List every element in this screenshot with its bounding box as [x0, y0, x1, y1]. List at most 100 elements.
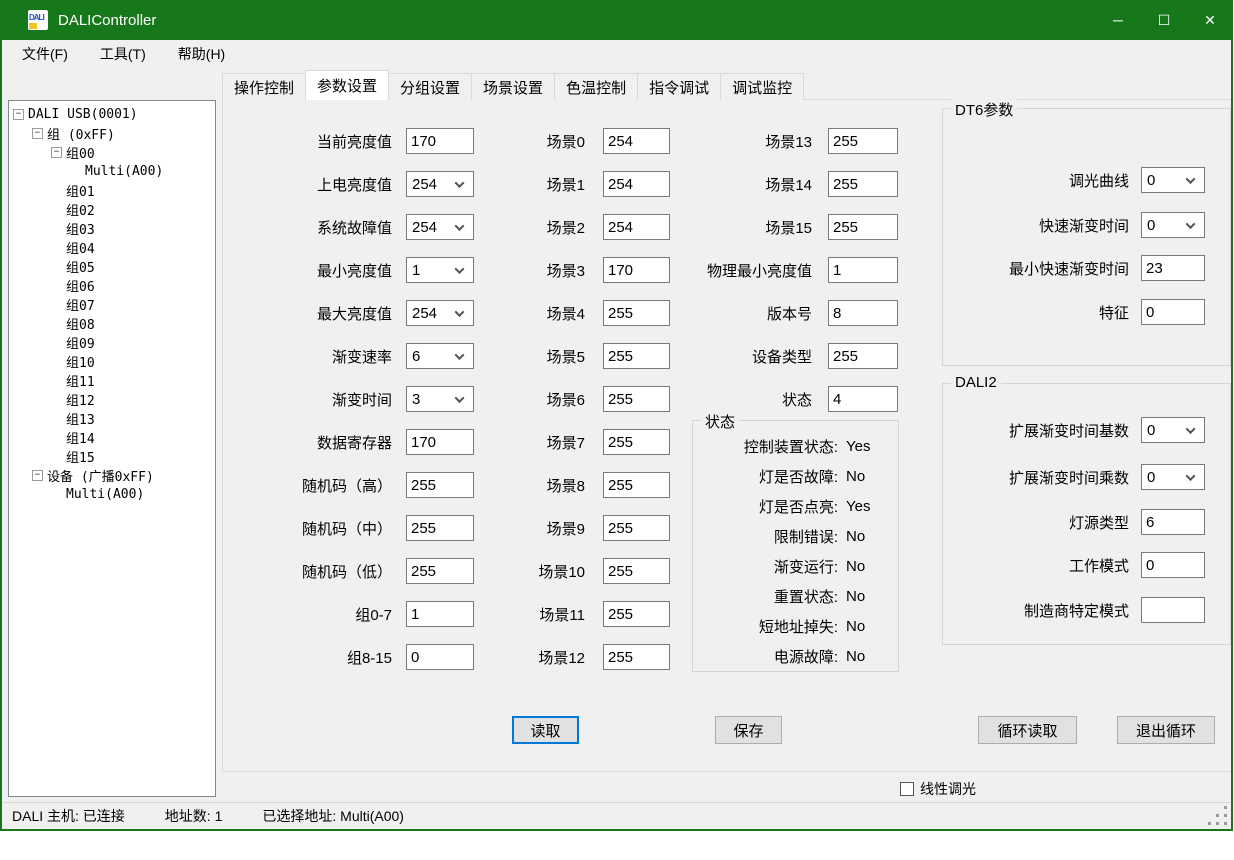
menu-help[interactable]: 帮助(H)	[166, 40, 237, 68]
param-label: 制造商特定模式	[945, 600, 1129, 621]
param-label: 场景0	[500, 131, 585, 152]
tab-0[interactable]: 操作控制	[222, 73, 306, 100]
param-row: 物理最小亮度值	[655, 257, 898, 283]
tree-item[interactable]: 组09	[51, 333, 95, 352]
tab-5[interactable]: 指令调试	[637, 73, 721, 100]
param-combobox[interactable]: 254	[406, 214, 474, 240]
param-input[interactable]	[406, 601, 474, 627]
tree-collapse-icon[interactable]: −	[13, 109, 24, 120]
param-combobox[interactable]: 6	[406, 343, 474, 369]
tree-item[interactable]: 组06	[51, 276, 95, 295]
tree-item-label: 组12	[51, 390, 95, 409]
tree-item[interactable]: 组02	[51, 200, 95, 219]
param-input[interactable]	[406, 429, 474, 455]
param-input[interactable]	[406, 558, 474, 584]
save-button[interactable]: 保存	[715, 716, 782, 744]
param-label: 场景12	[500, 647, 585, 668]
tree-item[interactable]: −组00	[51, 143, 95, 162]
param-combobox[interactable]: 0	[1141, 417, 1205, 443]
tree-item[interactable]: Multi(A00)	[70, 162, 163, 181]
param-input[interactable]	[603, 472, 670, 498]
param-row: 版本号	[655, 300, 898, 326]
tree-item[interactable]: 组14	[51, 428, 95, 447]
tree-item[interactable]: 组15	[51, 447, 95, 466]
param-input[interactable]	[828, 171, 898, 197]
maximize-button[interactable]: ☐	[1141, 0, 1187, 40]
tree-item-label: 组10	[51, 352, 95, 371]
param-combobox[interactable]: 254	[406, 171, 474, 197]
param-row: 场景14	[655, 171, 898, 197]
menu-tools[interactable]: 工具(T)	[88, 40, 158, 68]
param-input[interactable]	[1141, 552, 1205, 578]
tree-item[interactable]: −DALI USB(0001)	[13, 105, 138, 124]
param-input[interactable]	[828, 386, 898, 412]
tree-item[interactable]: 组07	[51, 295, 95, 314]
status-label: 控制装置状态:	[693, 436, 838, 457]
tree-item[interactable]: 组05	[51, 257, 95, 276]
menu-file[interactable]: 文件(F)	[10, 40, 80, 68]
param-input[interactable]	[1141, 299, 1205, 325]
param-combobox[interactable]: 1	[406, 257, 474, 283]
combobox-value: 254	[407, 305, 456, 322]
tab-3[interactable]: 场景设置	[471, 73, 555, 100]
param-input[interactable]	[603, 644, 670, 670]
tree-item[interactable]: −组 (0xFF)	[32, 124, 115, 143]
tree-item-label: Multi(A00)	[70, 164, 163, 179]
tree-item[interactable]: −设备 (广播0xFF)	[32, 466, 154, 485]
tree-item[interactable]: 组10	[51, 352, 95, 371]
param-input[interactable]	[1141, 255, 1205, 281]
tab-1[interactable]: 参数设置	[305, 70, 389, 100]
param-input[interactable]	[603, 515, 670, 541]
tree-collapse-icon[interactable]: −	[51, 147, 62, 158]
param-input[interactable]	[1141, 597, 1205, 623]
linear-dimming-checkbox[interactable]	[900, 782, 914, 796]
minimize-button[interactable]: ─	[1095, 0, 1141, 40]
resize-grip-icon[interactable]	[1224, 822, 1227, 825]
tree-item[interactable]: 组01	[51, 181, 95, 200]
param-input[interactable]	[603, 429, 670, 455]
param-combobox[interactable]: 0	[1141, 167, 1205, 193]
param-input[interactable]	[828, 343, 898, 369]
tab-4[interactable]: 色温控制	[554, 73, 638, 100]
tab-2[interactable]: 分组设置	[388, 73, 472, 100]
tree-item[interactable]: 组11	[51, 371, 95, 390]
param-row: 场景0	[500, 128, 670, 154]
close-button[interactable]: ✕	[1187, 0, 1233, 40]
chevron-down-icon	[455, 264, 465, 274]
param-input[interactable]	[828, 300, 898, 326]
param-label: 最小亮度值	[240, 260, 392, 281]
param-input[interactable]	[603, 601, 670, 627]
param-combobox[interactable]: 0	[1141, 464, 1205, 490]
exit-loop-button[interactable]: 退出循环	[1117, 716, 1215, 744]
param-input[interactable]	[603, 558, 670, 584]
param-input[interactable]	[1141, 509, 1205, 535]
param-input[interactable]	[406, 472, 474, 498]
tree-item[interactable]: 组13	[51, 409, 95, 428]
param-combobox[interactable]: 254	[406, 300, 474, 326]
tree-item[interactable]: 组08	[51, 314, 95, 333]
tree-item-label: 组04	[51, 238, 95, 257]
status-value: Yes	[846, 498, 870, 515]
tree-collapse-icon[interactable]: −	[32, 470, 43, 481]
param-input[interactable]	[828, 257, 898, 283]
tree-item[interactable]: 组04	[51, 238, 95, 257]
tab-6[interactable]: 调试监控	[720, 73, 804, 100]
param-combobox[interactable]: 0	[1141, 212, 1205, 238]
read-button[interactable]: 读取	[512, 716, 579, 744]
param-input[interactable]	[406, 644, 474, 670]
combobox-value: 6	[407, 348, 456, 365]
tree-item[interactable]: Multi(A00)	[51, 485, 144, 504]
tree-item[interactable]: 组03	[51, 219, 95, 238]
chevron-down-icon	[455, 307, 465, 317]
param-label: 场景3	[500, 260, 585, 281]
tree-collapse-icon[interactable]: −	[32, 128, 43, 139]
param-input[interactable]	[828, 128, 898, 154]
param-input[interactable]	[406, 515, 474, 541]
tree-item[interactable]: 组12	[51, 390, 95, 409]
param-row: 场景10	[500, 558, 670, 584]
param-input[interactable]	[406, 128, 474, 154]
param-input[interactable]	[828, 214, 898, 240]
tree-item-label: 组01	[51, 181, 95, 200]
loop-read-button[interactable]: 循环读取	[978, 716, 1077, 744]
param-combobox[interactable]: 3	[406, 386, 474, 412]
